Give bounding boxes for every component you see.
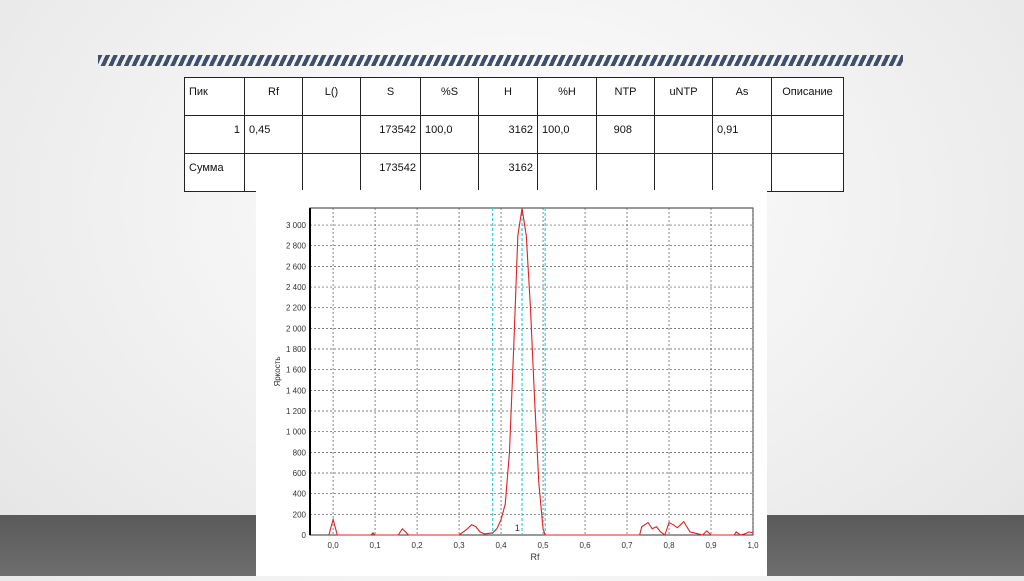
y-tick-label: 2 800 [286,242,307,251]
x-tick-label: 0,8 [663,541,675,550]
header-cell: %H [537,77,597,116]
x-tick-label: 0,1 [370,541,382,550]
x-tick-label: 0,5 [537,541,549,550]
peak-table: Пик Rf L() S %S H %H NTP uNTP As Описани… [184,77,844,192]
table-row: Сумма 173542 3162 [184,153,844,192]
cell [654,115,713,154]
y-tick-label: 1 600 [286,366,307,375]
cell [302,115,361,154]
header-cell: Описание [771,77,844,116]
x-tick-label: 0,0 [328,541,340,550]
cell: 1 [184,115,245,154]
cell [654,153,713,192]
y-tick-label: 3 000 [286,221,307,230]
y-tick-label: 2 200 [286,304,307,313]
x-tick-label: 0,4 [495,541,507,550]
cell: 100,0 [537,115,597,154]
y-axis-label: Яркость [273,356,282,386]
header-cell: NTP [596,77,655,116]
x-tick-label: 0,9 [705,541,717,550]
x-axis-label: Rf [531,552,540,562]
cell [537,153,597,192]
y-tick-label: 400 [293,490,307,499]
cell: 0,45 [244,115,303,154]
y-tick-label: 1 400 [286,386,307,395]
cell: Сумма [184,153,245,192]
header-cell: Rf [244,77,303,116]
cell: 3162 [478,115,538,154]
header-cell: uNTP [654,77,713,116]
cell: 3162 [478,153,538,192]
table-header-row: Пик Rf L() S %S H %H NTP uNTP As Описани… [184,77,844,116]
y-tick-label: 800 [293,448,307,457]
cell [771,153,844,192]
peak-label: 1 [515,523,520,533]
cell [302,153,361,192]
x-tick-label: 0,7 [621,541,633,550]
y-tick-label: 200 [293,510,307,519]
x-tick-label: 1,0 [747,541,759,550]
y-tick-label: 1 800 [286,345,307,354]
x-tick-label: 0,2 [412,541,424,550]
y-tick-label: 0 [302,531,307,540]
cell [596,153,655,192]
densitogram-chart: 0 200 400 600 800 1 000 1 200 1 400 1 600 1 800 2 … [273,207,759,562]
cell: 908 [596,115,655,154]
cell [420,153,479,192]
cell: 100,0 [420,115,479,154]
cell: 173542 [360,153,421,192]
cell [712,153,772,192]
header-cell: As [712,77,772,116]
cell [771,115,844,154]
table-row: 1 0,45 173542 100,0 3162 100,0 908 0,91 [184,115,844,154]
header-cell: L() [302,77,361,116]
cell [244,153,303,192]
cell: 0,91 [712,115,772,154]
x-tick-label: 0,3 [454,541,466,550]
y-tick-label: 2 400 [286,283,307,292]
cell: 173542 [360,115,421,154]
y-tick-label: 2 600 [286,262,307,271]
x-tick-label: 0,6 [579,541,591,550]
header-cell: Пик [184,77,245,116]
header-cell: S [360,77,421,116]
y-tick-label: 1 000 [286,428,307,437]
header-cell: H [478,77,538,116]
decorative-stripe-bar [98,55,903,66]
y-tick-label: 600 [293,469,307,478]
y-tick-label: 1 200 [286,407,307,416]
chart-panel: 0 200 400 600 800 1 000 1 200 1 400 1 600 1 800 2 … [256,190,767,576]
y-tick-label: 2 000 [286,324,307,333]
header-cell: %S [420,77,479,116]
plot-area [309,207,754,536]
